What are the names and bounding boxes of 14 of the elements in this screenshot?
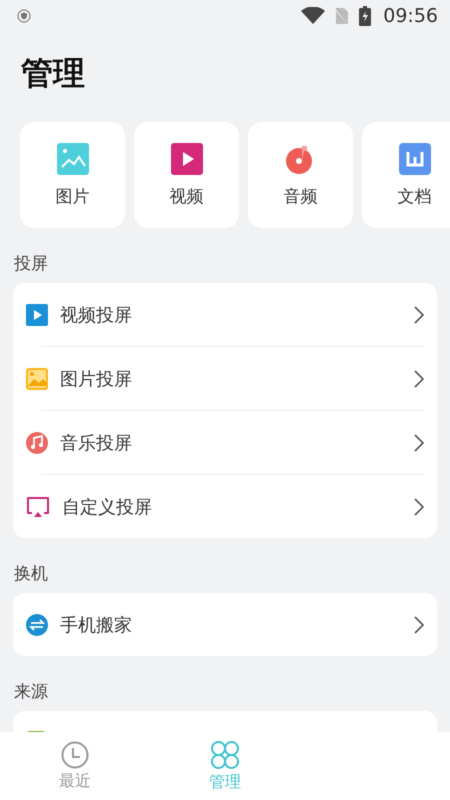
- category-tile[interactable]: 图片: [20, 122, 125, 228]
- category-tile[interactable]: 视频: [134, 122, 239, 228]
- list-item[interactable]: 自定义投屏: [13, 475, 437, 538]
- page-title: 管理: [21, 53, 86, 94]
- category-tile[interactable]: 音频: [248, 122, 353, 228]
- status-time: 09:56: [383, 5, 438, 27]
- list-item[interactable]: 手机搬家: [13, 593, 437, 656]
- list-item[interactable]: 视频投屏: [13, 283, 437, 346]
- section-heading: 来源: [14, 681, 49, 703]
- section-heading: 投屏: [14, 253, 49, 275]
- list-item[interactable]: 音乐投屏: [13, 411, 437, 474]
- section-heading: 换机: [14, 563, 49, 585]
- category-tile[interactable]: 文档: [362, 122, 450, 228]
- list-item[interactable]: 图片投屏: [13, 347, 437, 410]
